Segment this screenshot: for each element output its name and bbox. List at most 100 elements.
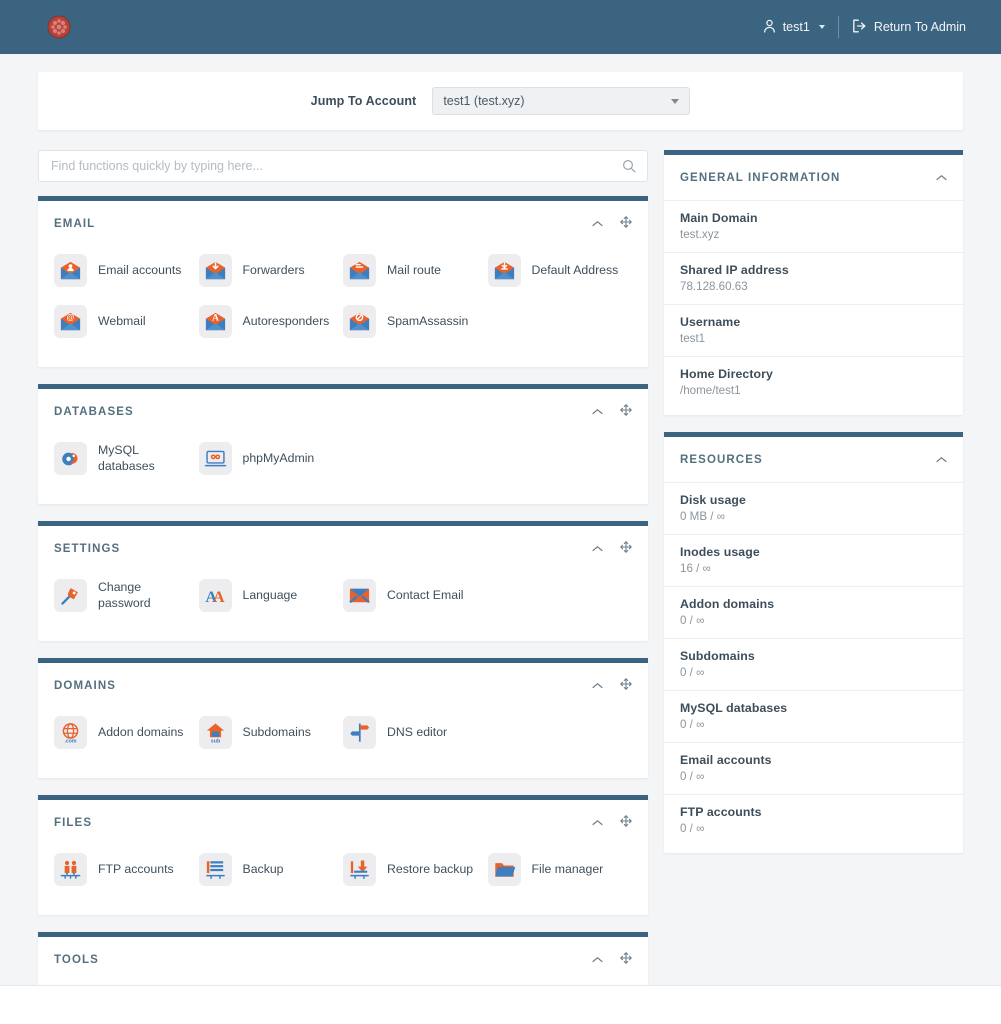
tile-label: SpamAssassin [387,314,468,329]
panel-title: GENERAL INFORMATION [680,172,840,184]
tile-label: Autoresponders [243,314,330,329]
top-header-bar: test1 Return To Admin [0,0,1001,54]
tile-addon-domains[interactable]: .com Addon domains [54,707,199,758]
tile-label: Email accounts [98,263,181,278]
header-right-controls: test1 Return To Admin [750,16,979,38]
chevron-up-icon[interactable] [592,403,603,421]
left-column: EMAIL [38,150,648,1024]
tile-webmail[interactable]: @ Webmail [54,296,199,347]
panel-header: DOMAINS [38,663,648,697]
panel-title: DATABASES [54,406,134,418]
language-icon: A A [199,579,232,612]
chevron-up-icon[interactable] [592,540,603,558]
user-menu-label: test1 [783,20,810,34]
panel-settings: SETTINGS [38,521,648,641]
jump-to-account-select[interactable]: test1 (test.xyz) [432,87,690,115]
change-password-icon [54,579,87,612]
tile-file-manager[interactable]: File manager [488,844,633,895]
panel-title: RESOURCES [680,454,763,466]
info-row: Shared IP address 78.128.60.63 [664,252,963,304]
virus-emblem-logo-icon[interactable] [44,12,74,42]
tile-language[interactable]: A A Language [199,570,344,621]
backup-icon [199,853,232,886]
move-handle-icon[interactable] [620,814,632,832]
info-row: Inodes usage 16 / ∞ [664,534,963,586]
tile-label: MySQL databases [98,443,190,474]
info-value: /home/test1 [680,384,947,397]
tile-label: Change password [98,580,190,611]
info-value: 0 / ∞ [680,822,947,835]
chevron-up-icon[interactable] [592,951,603,969]
info-key: Main Domain [680,211,947,225]
tile-ftp-accounts[interactable]: FTP accounts [54,844,199,895]
chevron-up-icon[interactable] [936,169,947,187]
file-manager-icon [488,853,521,886]
chevron-up-icon[interactable] [592,677,603,695]
panel-general-information: GENERAL INFORMATION Main Domain test.xyz… [664,150,963,415]
chevron-up-icon[interactable] [936,451,947,469]
chevron-up-icon[interactable] [592,215,603,233]
tile-label: Restore backup [387,862,473,877]
tile-backup[interactable]: Backup [199,844,344,895]
search-icon[interactable] [622,159,636,173]
svg-text:A: A [212,587,224,606]
info-value: 0 / ∞ [680,770,947,783]
footer-area [0,986,1001,1024]
svg-text:A: A [212,313,219,324]
main-content: EMAIL [0,130,1001,1024]
info-key: FTP accounts [680,805,947,819]
info-key: Subdomains [680,649,947,663]
return-to-admin-button[interactable]: Return To Admin [839,19,979,36]
user-menu-button[interactable]: test1 [750,19,838,36]
search-bar[interactable] [38,150,648,182]
tile-autoresponders[interactable]: A Autoresponders [199,296,344,347]
info-row: MySQL databases 0 / ∞ [664,690,963,742]
tile-contact-email[interactable]: Contact Email [343,570,488,621]
tile-restore-backup[interactable]: Restore backup [343,844,488,895]
panel-header: EMAIL [38,201,648,235]
page-root: test1 Return To Admin Jump To Account te… [0,0,1001,1024]
phpmyadmin-icon [199,442,232,475]
panel-tiles: .com Addon domains sub [38,697,648,778]
move-handle-icon[interactable] [620,215,632,233]
move-handle-icon[interactable] [620,540,632,558]
tile-change-password[interactable]: Change password [54,570,199,621]
tile-spamassassin[interactable]: SpamAssassin [343,296,488,347]
info-value: 0 / ∞ [680,718,947,731]
panel-header: SETTINGS [38,526,648,560]
info-key: Username [680,315,947,329]
move-handle-icon[interactable] [620,403,632,421]
info-row: Home Directory /home/test1 [664,356,963,408]
tile-label: Backup [243,862,284,877]
panel-files: FILES [38,795,648,915]
tile-phpmyadmin[interactable]: phpMyAdmin [199,433,344,484]
tile-mysql-databases[interactable]: MySQL databases [54,433,199,484]
info-value: 16 / ∞ [680,562,947,575]
info-row: Disk usage 0 MB / ∞ [664,482,963,534]
mysql-icon [54,442,87,475]
tile-dns-editor[interactable]: DNS editor [343,707,488,758]
contact-email-icon [343,579,376,612]
move-handle-icon[interactable] [620,951,632,969]
tile-mail-route[interactable]: Mail route [343,245,488,296]
panel-title: FILES [54,817,92,829]
jump-to-account-label: Jump To Account [311,94,417,108]
tile-forwarders[interactable]: Forwarders [199,245,344,296]
info-row: Email accounts 0 / ∞ [664,742,963,794]
info-row: Addon domains 0 / ∞ [664,586,963,638]
panel-header: RESOURCES [664,437,963,482]
chevron-up-icon[interactable] [592,814,603,832]
panel-domains: DOMAINS [38,658,648,778]
restore-backup-icon [343,853,376,886]
move-handle-icon[interactable] [620,677,632,695]
tile-default-address[interactable]: Default Address [488,245,633,296]
search-input[interactable] [51,159,635,173]
tile-email-accounts[interactable]: Email accounts [54,245,199,296]
info-key: Shared IP address [680,263,947,277]
info-key: Home Directory [680,367,947,381]
info-key: MySQL databases [680,701,947,715]
info-row: Subdomains 0 / ∞ [664,638,963,690]
logout-icon [852,19,867,36]
tile-subdomains[interactable]: sub Subdomains [199,707,344,758]
autoresponders-icon: A [199,305,232,338]
